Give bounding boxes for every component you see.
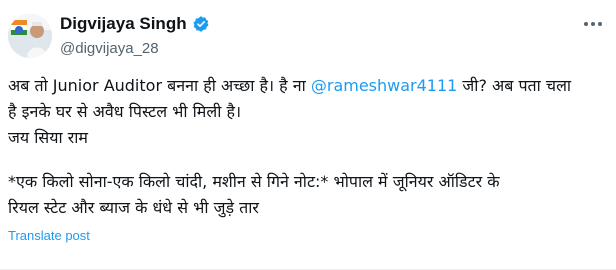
author-name-row[interactable]: Digvijaya Singh [60, 14, 210, 34]
avatar[interactable] [8, 14, 52, 58]
tweet-quote-line2: रियल स्टेट और ब्याज के धंधे से भी जुड़े … [8, 198, 259, 217]
tweet-line3: जय सिया राम [8, 128, 88, 147]
tweet-line1-prefix: अब तो Junior Auditor बनना ही अच्छा है। ह… [8, 76, 311, 95]
mention-link[interactable]: @rameshwar4111 [311, 76, 457, 95]
author-display-name[interactable]: Digvijaya Singh [60, 14, 187, 34]
profile-photo-icon [8, 14, 52, 58]
tweet-paragraph-1: अब तो Junior Auditor बनना ही अच्छा है। ह… [8, 73, 608, 151]
translate-post-link[interactable]: Translate post [8, 228, 90, 244]
author-handle[interactable]: @digvijaya_28 [60, 40, 159, 58]
tweet-card[interactable]: Digvijaya Singh @digvijaya_28 अब तो Juni… [0, 0, 616, 270]
verified-badge-icon [192, 15, 210, 33]
tweet-line1-suffix: जी? अब पता चला [457, 76, 572, 95]
tweet-paragraph-2: *एक किलो सोना-एक किलो चांदी, मशीन से गिन… [8, 169, 608, 221]
tweet-quote-line1: *एक किलो सोना-एक किलो चांदी, मशीन से गिन… [8, 172, 500, 191]
tweet-line2: है इनके घर से अवैध पिस्टल भी मिली है। [8, 102, 242, 121]
more-dots-icon[interactable] [580, 14, 606, 34]
tweet-text: अब तो Junior Auditor बनना ही अच्छा है। ह… [8, 73, 608, 221]
